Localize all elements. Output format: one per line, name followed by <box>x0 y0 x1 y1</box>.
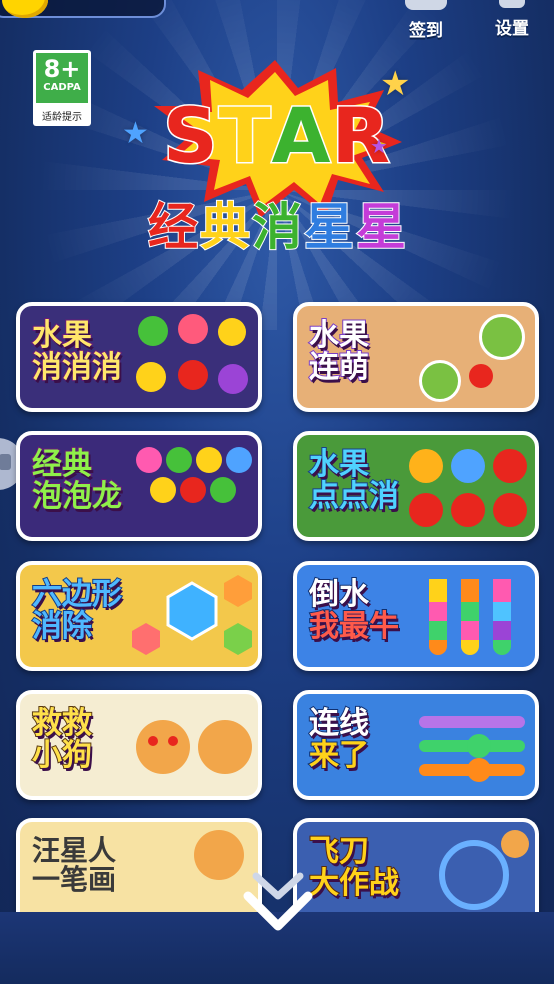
game-card-connect-lines[interactable]: 连线 来了 <box>293 690 539 800</box>
game-card-art <box>132 702 252 788</box>
game-card-fruit-connect[interactable]: 水果 连萌 <box>293 302 539 412</box>
game-card-art <box>132 830 252 914</box>
signin-icon <box>405 0 447 10</box>
age-rating-org: CADPA <box>43 82 81 93</box>
game-card-title: 倒水 我最牛 <box>308 577 400 644</box>
settings-button[interactable]: 设置 <box>482 0 542 40</box>
gear-icon <box>499 0 525 8</box>
deco-star-icon: ★ <box>370 134 388 158</box>
age-rating-green: 8+ CADPA <box>36 53 88 103</box>
game-card-title: 救救 小狗 <box>31 706 93 773</box>
game-card-title: 连线 来了 <box>308 706 370 773</box>
subtitle-char-4: 星 <box>303 198 356 256</box>
game-card-art <box>409 830 529 914</box>
age-rating-number: 8+ <box>43 55 81 83</box>
scroll-down-icon[interactable] <box>238 870 318 940</box>
top-bar: 签到 设置 <box>0 0 554 44</box>
game-card-bubble-shooter[interactable]: 经典 泡泡龙 <box>16 431 262 541</box>
deco-star-icon: ★ <box>380 64 411 104</box>
settings-label: 设置 <box>495 19 529 39</box>
game-logo: STAR 经典消星星 ★ ★ ★ <box>118 60 438 275</box>
game-card-water-sort[interactable]: 倒水 我最牛 <box>293 561 539 671</box>
logo-star-text: STAR <box>162 91 392 180</box>
logo-letter-a: A <box>270 91 332 180</box>
game-card-title: 水果 消消消 <box>31 318 123 385</box>
signin-button[interactable]: 签到 <box>396 0 456 41</box>
game-card-title: 六边形 消除 <box>31 577 123 644</box>
game-card-fruit-tap[interactable]: 水果 点点消 <box>293 431 539 541</box>
game-card-save-doggy[interactable]: 救救 小狗 <box>16 690 262 800</box>
logo-subtitle: 经典消星星 <box>118 198 438 256</box>
age-rating-badge: 8+ CADPA 适龄提示 <box>33 50 91 126</box>
game-card-fruit-match[interactable]: 水果 消消消 <box>16 302 262 412</box>
game-card-art <box>132 573 252 659</box>
game-card-title: 水果 连萌 <box>308 318 370 385</box>
game-card-art <box>132 443 252 529</box>
game-card-art <box>409 573 529 659</box>
deco-star-icon: ★ <box>122 116 149 151</box>
signin-label: 签到 <box>409 21 443 41</box>
game-card-title: 飞刀 大作战 <box>308 834 400 901</box>
subtitle-char-1: 经 <box>147 198 200 256</box>
game-card-flying-knife[interactable]: 飞刀 大作战 <box>293 818 539 914</box>
age-rating-tip: 适龄提示 <box>42 112 82 123</box>
game-card-title: 汪星人 一笔画 <box>32 834 117 897</box>
subtitle-char-5: 星 <box>355 198 408 256</box>
subtitle-char-3: 消 <box>251 198 304 256</box>
game-card-hexagon[interactable]: 六边形 消除 <box>16 561 262 671</box>
game-card-art <box>409 314 529 402</box>
logo-letter-t: T <box>217 91 272 180</box>
game-card-art <box>132 314 252 400</box>
game-card-art <box>409 702 529 788</box>
logo-letter-s: S <box>162 91 220 180</box>
game-card-title: 经典 泡泡龙 <box>31 447 123 514</box>
game-card-art <box>409 443 529 529</box>
subtitle-char-2: 典 <box>199 198 252 256</box>
game-card-title: 水果 点点消 <box>308 447 400 514</box>
game-card-doggy-one-stroke[interactable]: 汪星人 一笔画 <box>16 818 262 914</box>
